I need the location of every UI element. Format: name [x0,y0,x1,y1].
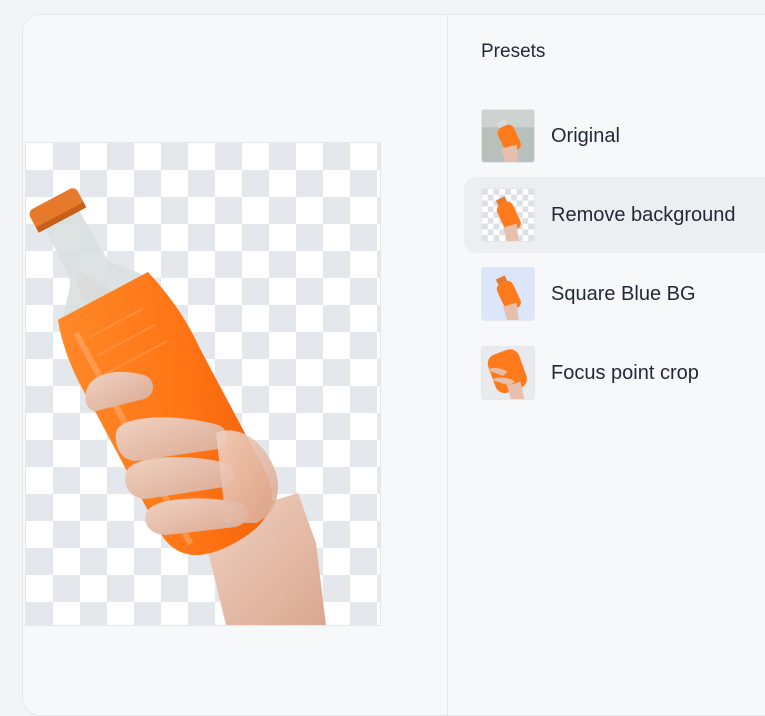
bottle-cutout-image [29,188,326,625]
crop-zoom-icon [481,346,535,400]
preset-list: Original Remove background Square Blue B… [464,98,765,414]
preset-item-original[interactable]: Original [464,98,765,174]
blue-square-icon [481,267,535,321]
photo-original-icon [481,109,535,163]
preset-label: Square Blue BG [551,282,696,305]
preset-label: Remove background [551,203,736,226]
image-editor-window: Presets Original Remove background Squar… [22,14,765,716]
preview-panel [23,15,448,715]
transparent-cutout-icon [481,188,535,242]
preview-canvas[interactable] [25,142,381,626]
preset-item-square-blue-bg[interactable]: Square Blue BG [464,256,765,332]
presets-panel: Presets Original Remove background Squar… [448,15,765,715]
preset-item-remove-background[interactable]: Remove background [464,177,765,253]
preset-label: Original [551,124,620,147]
preset-label: Focus point crop [551,361,699,384]
preset-item-focus-point-crop[interactable]: Focus point crop [464,335,765,411]
presets-title: Presets [481,41,546,62]
